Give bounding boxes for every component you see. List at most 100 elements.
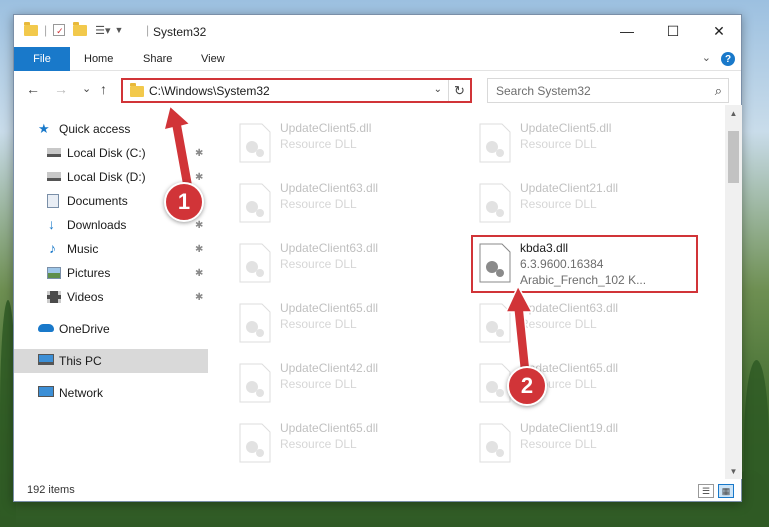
file-list: UpdateClient5.dll Resource DLL UpdateCli… xyxy=(212,115,724,475)
folder-icon xyxy=(130,83,144,97)
file-name: UpdateClient21.dll xyxy=(520,181,619,195)
customize-toolbar-icon[interactable]: ☰▾ xyxy=(95,24,110,37)
file-item[interactable]: UpdateClient42.dll Resource DLL xyxy=(232,357,452,409)
dll-file-icon xyxy=(479,423,511,463)
file-type: Resource DLL xyxy=(520,137,597,151)
dll-file-icon xyxy=(239,423,271,463)
dll-file-icon xyxy=(479,123,511,163)
tab-view[interactable]: View xyxy=(201,47,225,71)
sidebar-item-music[interactable]: ♪ Music ✱ xyxy=(14,237,208,261)
sidebar-item-onedrive[interactable]: OneDrive xyxy=(14,317,208,341)
star-icon: ★ xyxy=(38,121,50,136)
drive-icon xyxy=(47,172,61,181)
scroll-down-icon[interactable]: ▼ xyxy=(725,463,742,479)
sidebar-item-label: Quick access xyxy=(59,122,131,136)
search-box[interactable]: Search System32 ⌕ xyxy=(487,78,729,103)
file-name: UpdateClient5.dll xyxy=(280,121,372,135)
address-path[interactable]: C:\Windows\System32 xyxy=(149,84,270,98)
file-name: UpdateClient42.dll xyxy=(280,361,379,375)
sidebar-item-label: This PC xyxy=(59,354,102,368)
properties-icon[interactable]: ✓ xyxy=(53,24,66,36)
up-button[interactable]: ↑ xyxy=(100,81,107,97)
file-type: Resource DLL xyxy=(280,137,357,151)
file-item[interactable]: UpdateClient21.dll Resource DLL xyxy=(472,177,692,229)
dll-file-icon xyxy=(239,303,271,343)
tab-file[interactable]: File xyxy=(14,47,70,71)
file-type: Resource DLL xyxy=(520,437,597,451)
dll-file-icon xyxy=(479,183,511,223)
documents-icon xyxy=(47,194,59,208)
file-item[interactable]: UpdateClient65.dll Resource DLL xyxy=(232,417,452,469)
item-count: 192 items xyxy=(27,484,75,496)
status-bar: 192 items ☰ ▦ xyxy=(14,479,741,503)
step-badge-1: 1 xyxy=(164,182,204,222)
file-name: UpdateClient63.dll xyxy=(280,181,379,195)
sidebar-item-label: Downloads xyxy=(67,218,127,232)
dll-file-icon xyxy=(239,123,271,163)
step-badge-2: 2 xyxy=(507,366,547,406)
window-title: System32 xyxy=(153,25,207,39)
pin-icon[interactable]: ✱ xyxy=(195,244,203,255)
dll-file-icon xyxy=(239,183,271,223)
file-item[interactable]: UpdateClient5.dll Resource DLL xyxy=(232,117,452,169)
file-item[interactable]: UpdateClient65.dll Resource DLL xyxy=(232,297,452,349)
file-item[interactable]: UpdateClient63.dll Resource DLL xyxy=(232,177,452,229)
file-item[interactable]: UpdateClient63.dll Resource DLL xyxy=(232,237,452,289)
file-name: UpdateClient65.dll xyxy=(280,421,379,435)
forward-button[interactable]: → xyxy=(54,81,68,97)
cloud-icon xyxy=(38,324,54,332)
file-type: Resource DLL xyxy=(280,197,357,211)
file-type: Resource DLL xyxy=(280,437,357,451)
pin-icon[interactable]: ✱ xyxy=(195,268,203,279)
toolbar-separator: | xyxy=(44,23,48,37)
drive-icon xyxy=(47,148,61,157)
maximize-button[interactable]: ☐ xyxy=(650,15,696,47)
file-type: Resource DLL xyxy=(280,317,357,331)
toolbar-dropdown-icon[interactable]: ▼ xyxy=(115,25,124,35)
sidebar-item-network[interactable]: Network xyxy=(14,381,208,405)
search-placeholder[interactable]: Search System32 xyxy=(496,84,591,98)
network-icon xyxy=(38,386,54,397)
dll-file-icon xyxy=(239,363,271,403)
new-folder-icon[interactable] xyxy=(73,21,88,36)
search-icon[interactable]: ⌕ xyxy=(715,83,722,99)
pin-icon[interactable]: ✱ xyxy=(195,292,203,303)
large-icons-view-icon[interactable]: ▦ xyxy=(718,484,734,498)
sidebar-item-label: Music xyxy=(67,242,99,256)
dll-file-icon xyxy=(239,243,271,283)
sidebar-item-videos[interactable]: Videos ✱ xyxy=(14,285,208,309)
file-name: UpdateClient5.dll xyxy=(520,121,612,135)
details-view-icon[interactable]: ☰ xyxy=(698,484,714,498)
pin-icon[interactable]: ✱ xyxy=(195,220,203,231)
ribbon-tabs: File Home Share View ⌄ ? xyxy=(14,47,741,71)
back-button[interactable]: ← xyxy=(26,81,40,97)
file-name: UpdateClient63.dll xyxy=(280,241,379,255)
address-dropdown-icon[interactable]: ⌄ xyxy=(434,84,442,95)
minimize-button[interactable]: — xyxy=(604,15,650,47)
close-button[interactable]: ✕ xyxy=(696,15,742,47)
file-item[interactable]: UpdateClient5.dll Resource DLL xyxy=(472,117,692,169)
file-item[interactable]: UpdateClient19.dll Resource DLL xyxy=(472,417,692,469)
pictures-icon xyxy=(47,267,61,279)
vertical-scrollbar[interactable]: ▲ ▼ xyxy=(725,105,742,479)
scroll-up-icon[interactable]: ▲ xyxy=(725,105,742,121)
file-type: Resource DLL xyxy=(280,377,357,391)
recent-locations-button[interactable]: ⌄ xyxy=(82,82,91,95)
sidebar-item-label: Local Disk (C:) xyxy=(67,146,146,160)
expand-ribbon-icon[interactable]: ⌄ xyxy=(702,51,711,64)
quick-access-toolbar: | ✓ ☰▾ ▼ xyxy=(24,21,124,37)
navigation-bar: ← → ⌄ ↑ C:\Windows\System32 ⌄ ↻ Search S… xyxy=(14,75,741,105)
file-type: Resource DLL xyxy=(280,257,357,271)
sidebar-item-label: Local Disk (D:) xyxy=(67,170,146,184)
refresh-button[interactable]: ↻ xyxy=(448,80,470,101)
tab-share[interactable]: Share xyxy=(143,47,172,71)
sidebar-item-pictures[interactable]: Pictures ✱ xyxy=(14,261,208,285)
scroll-thumb[interactable] xyxy=(728,131,739,183)
sidebar-item-label: Pictures xyxy=(67,266,111,280)
help-icon[interactable]: ? xyxy=(721,52,735,66)
sidebar-item-this-pc[interactable]: This PC xyxy=(14,349,208,373)
sidebar-item-label: Videos xyxy=(67,290,104,304)
computer-icon xyxy=(38,354,54,365)
sidebar-item-label: OneDrive xyxy=(59,322,110,336)
tab-home[interactable]: Home xyxy=(84,47,113,71)
